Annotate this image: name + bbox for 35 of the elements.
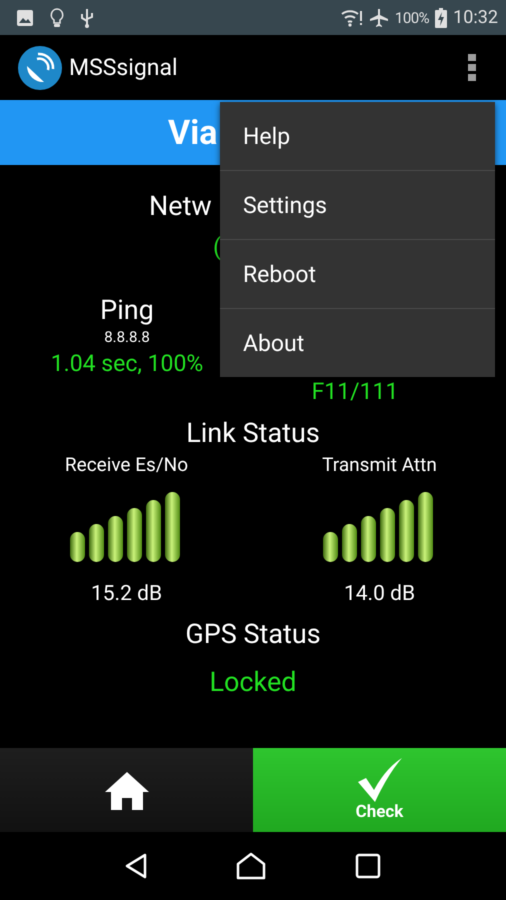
clock-time: 10:32 bbox=[453, 7, 498, 28]
meter-label: Receive Es/No bbox=[64, 453, 188, 476]
ping-title: Ping bbox=[100, 294, 154, 326]
meter-label: Transmit Attn bbox=[322, 453, 437, 476]
app-title: MSSsignal bbox=[69, 54, 178, 81]
gps-value: Locked bbox=[209, 666, 297, 698]
back-icon[interactable] bbox=[124, 853, 147, 879]
image-icon bbox=[16, 8, 34, 26]
menu-item[interactable]: Settings bbox=[220, 170, 495, 239]
airplane-icon bbox=[368, 8, 389, 28]
battery-percent: 100% bbox=[394, 8, 430, 26]
section-title: GPS Status bbox=[185, 618, 321, 650]
banner-title: Via bbox=[168, 112, 218, 152]
satellite-dish-icon bbox=[18, 46, 62, 90]
status-value: ( bbox=[213, 233, 222, 261]
checkmark-icon bbox=[356, 758, 404, 802]
ping-host: 8.8.8.8 bbox=[104, 328, 150, 346]
menu-item[interactable]: About bbox=[220, 308, 495, 377]
ping-result: 1.04 sec, 100% bbox=[50, 350, 204, 377]
lightbulb-icon bbox=[50, 8, 64, 28]
home-nav-icon[interactable] bbox=[236, 852, 266, 880]
meter-reading: 14.0 dB bbox=[344, 582, 416, 606]
status-value: F11/111 bbox=[312, 380, 398, 403]
home-icon bbox=[102, 770, 150, 810]
battery-charging-icon bbox=[435, 8, 448, 28]
overflow-menu-icon[interactable] bbox=[468, 54, 476, 82]
section-title: Link Status bbox=[186, 417, 320, 449]
wifi-alert-icon bbox=[340, 8, 363, 26]
menu-item[interactable]: Reboot bbox=[220, 239, 495, 308]
usb-icon bbox=[80, 8, 94, 28]
recents-icon[interactable] bbox=[355, 853, 382, 879]
home-tab[interactable] bbox=[0, 748, 253, 832]
section-title: Netw bbox=[149, 190, 212, 222]
meter-reading: 15.2 dB bbox=[90, 582, 162, 606]
menu-item[interactable]: Help bbox=[220, 102, 495, 170]
